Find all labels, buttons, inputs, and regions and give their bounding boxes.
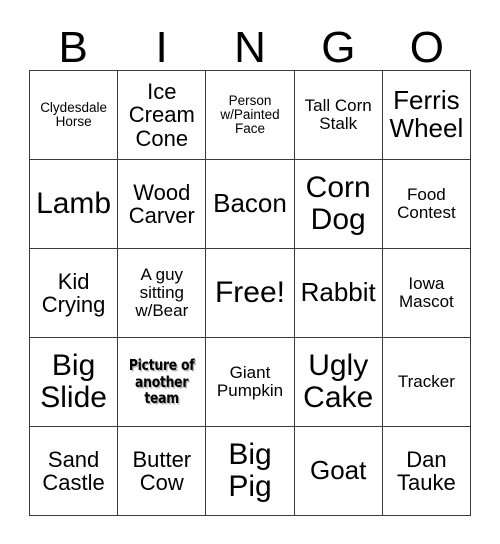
bingo-cell[interactable]: Tall Corn Stalk: [294, 71, 383, 160]
bingo-cell[interactable]: Iowa Mascot: [382, 249, 471, 338]
bingo-header-letter: G: [321, 23, 356, 72]
bingo-cell-label: Butter Cow: [132, 446, 192, 495]
bingo-cell-label: A guy sitting w/Bear: [135, 264, 189, 320]
bingo-free-space-label: Free!: [214, 276, 285, 310]
bingo-cell-label: Clydesdale Horse: [40, 99, 107, 129]
bingo-cell[interactable]: Big Pig: [206, 427, 295, 516]
bingo-header-column-b: B: [29, 16, 117, 70]
bingo-card: B I N G O Clydesdale Horse Ice Cream Con…: [0, 0, 500, 544]
bingo-cell[interactable]: Tracker: [382, 338, 471, 427]
bingo-header-column-i: I: [117, 16, 205, 70]
bingo-cell[interactable]: Ferris Wheel: [382, 71, 471, 160]
bingo-cell-label: Food Contest: [397, 184, 456, 222]
bingo-cell-label: Big Pig: [228, 438, 272, 503]
bingo-cell[interactable]: Picture of another team: [118, 338, 207, 427]
bingo-cell-label: Corn Dog: [305, 171, 371, 236]
bingo-cell-label: Sand Castle: [42, 446, 105, 495]
bingo-cell[interactable]: Clydesdale Horse: [30, 71, 119, 160]
bingo-cell-label: Lamb: [36, 187, 112, 221]
bingo-cell-free[interactable]: Free!: [206, 249, 295, 338]
bingo-cell-label: Rabbit: [300, 277, 376, 308]
bingo-cell[interactable]: Food Contest: [382, 160, 471, 249]
bingo-cell[interactable]: Big Slide: [30, 338, 119, 427]
bingo-header-letter: N: [234, 23, 266, 72]
bingo-cell-label: Tracker: [397, 371, 455, 391]
bingo-header-column-n: N: [206, 16, 294, 70]
bingo-cell-label: Tall Corn Stalk: [304, 95, 372, 133]
bingo-header-letter: O: [409, 23, 444, 72]
bingo-cell-label: Iowa Mascot: [398, 273, 454, 311]
bingo-cell[interactable]: Dan Tauke: [382, 427, 471, 516]
bingo-cell[interactable]: Rabbit: [294, 249, 383, 338]
bingo-cell[interactable]: A guy sitting w/Bear: [118, 249, 207, 338]
bingo-header-row: B I N G O: [29, 16, 471, 70]
bingo-cell[interactable]: Ice Cream Cone: [118, 71, 207, 160]
bingo-cell-label: Dan Tauke: [397, 446, 456, 495]
bingo-cell-label: Kid Crying: [41, 268, 106, 317]
bingo-cell-label: Picture of another team: [129, 355, 195, 408]
bingo-cell[interactable]: Person w/Painted Face: [206, 71, 295, 160]
bingo-header-letter: B: [58, 23, 88, 72]
bingo-cell[interactable]: Corn Dog: [294, 160, 383, 249]
bingo-cell[interactable]: Sand Castle: [30, 427, 119, 516]
bingo-cell-label: Wood Carver: [128, 179, 195, 228]
bingo-cell[interactable]: Giant Pumpkin: [206, 338, 295, 427]
bingo-cell[interactable]: Lamb: [30, 160, 119, 249]
bingo-cell[interactable]: Ugly Cake: [294, 338, 383, 427]
bingo-cell-label: Goat: [310, 455, 367, 486]
bingo-cell-label: Big Slide: [40, 349, 107, 414]
bingo-grid: Clydesdale Horse Ice Cream Cone Person w…: [29, 70, 471, 516]
bingo-header-letter: I: [155, 23, 168, 72]
bingo-header-column-g: G: [294, 16, 382, 70]
bingo-cell[interactable]: Goat: [294, 427, 383, 516]
bingo-cell-label: Ice Cream Cone: [128, 79, 195, 151]
bingo-cell[interactable]: Wood Carver: [118, 160, 207, 249]
bingo-cell[interactable]: Bacon: [206, 160, 295, 249]
bingo-header-column-o: O: [383, 16, 471, 70]
bingo-cell[interactable]: Kid Crying: [30, 249, 119, 338]
bingo-cell[interactable]: Butter Cow: [118, 427, 207, 516]
bingo-cell-label: Person w/Painted Face: [220, 92, 280, 137]
bingo-cell-label: Giant Pumpkin: [216, 362, 284, 400]
bingo-cell-label: Ugly Cake: [303, 349, 374, 414]
bingo-cell-label: Ferris Wheel: [389, 85, 464, 143]
bingo-cell-label: Bacon: [213, 188, 287, 219]
